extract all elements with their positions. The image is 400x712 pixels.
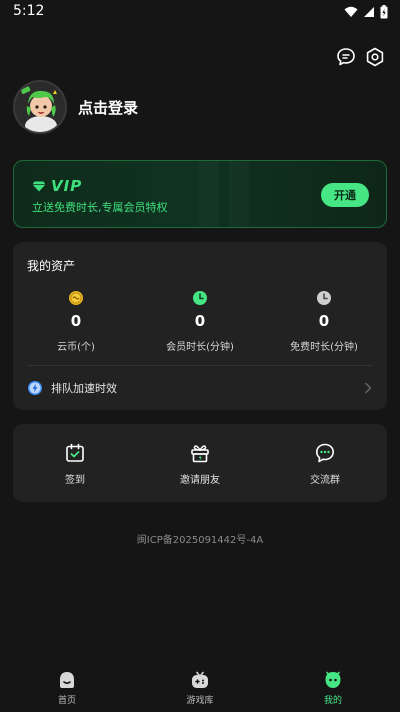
vip-card[interactable]: VIP 立送免费时长,专属会员特权 开通 <box>13 160 387 228</box>
status-icons <box>344 5 388 19</box>
avatar-image <box>15 82 65 132</box>
action-label: 交流群 <box>310 475 340 486</box>
asset-coins[interactable]: 0 云币(个) <box>21 290 131 353</box>
battery-icon <box>380 5 388 19</box>
profile-screen: 5:12 点击登录 VIP 立送免费时长,专属会员特权 开通 我的资产 0 云币… <box>0 0 400 712</box>
gamepad-icon <box>192 671 208 688</box>
home-icon <box>60 672 74 688</box>
nav-label: 游戏库 <box>186 696 214 706</box>
diamond-icon <box>32 181 46 191</box>
bottom-nav: 首页 游戏库 我的 <box>0 662 400 712</box>
vip-description: 立送免费时长,专属会员特权 <box>32 201 168 214</box>
avatar[interactable] <box>13 80 67 134</box>
calendar-check-icon <box>66 443 84 462</box>
divider <box>27 365 373 366</box>
asset-label: 云币(个) <box>57 342 95 353</box>
profile-icon <box>325 671 341 688</box>
nav-label: 首页 <box>57 696 76 706</box>
chat-bubble-icon <box>316 443 334 463</box>
asset-label: 会员时长(分钟) <box>166 342 234 353</box>
icp-license: 闽ICP备2025091442号-4A <box>136 535 264 546</box>
member-clock-icon <box>193 291 207 305</box>
vip-title: VIP <box>32 177 82 195</box>
asset-value: 0 <box>70 312 82 330</box>
chevron-right-icon <box>365 382 372 394</box>
asset-member-time[interactable]: 0 会员时长(分钟) <box>145 290 255 353</box>
gift-icon <box>191 445 209 463</box>
login-link[interactable]: 点击登录 <box>78 97 138 118</box>
checkin-button[interactable]: 签到 <box>25 442 125 486</box>
assets-card: 我的资产 0 云币(个) 0 会员时长(分钟) 0 免费时长(分钟) 排队加速时… <box>13 242 387 410</box>
coin-icon <box>69 291 83 305</box>
assets-title: 我的资产 <box>27 259 76 273</box>
asset-value: 0 <box>194 312 206 330</box>
invite-friends-button[interactable]: 邀请朋友 <box>150 442 250 486</box>
vip-label: VIP <box>51 177 83 195</box>
asset-label: 免费时长(分钟) <box>290 342 358 353</box>
free-clock-icon <box>317 291 331 305</box>
asset-free-time[interactable]: 0 免费时长(分钟) <box>269 290 379 353</box>
signal-icon <box>364 7 374 17</box>
action-label: 邀请朋友 <box>180 475 220 486</box>
settings-icon[interactable] <box>364 46 386 68</box>
asset-value: 0 <box>318 312 330 330</box>
lightning-icon <box>28 381 42 395</box>
status-time: 5:12 <box>13 3 45 19</box>
status-bar: 5:12 <box>0 0 400 24</box>
action-label: 签到 <box>65 475 85 486</box>
nav-label: 我的 <box>323 696 342 706</box>
nav-game-library[interactable]: 游戏库 <box>160 670 240 706</box>
message-icon[interactable] <box>335 46 357 68</box>
queue-boost-row[interactable]: 排队加速时效 <box>27 375 373 401</box>
community-group-button[interactable]: 交流群 <box>275 442 375 486</box>
actions-card: 签到 邀请朋友 交流群 <box>13 424 387 502</box>
vip-card-decoration <box>199 161 219 227</box>
wifi-icon <box>344 6 358 17</box>
vip-card-decoration <box>229 161 249 227</box>
queue-boost-label: 排队加速时效 <box>51 382 117 395</box>
vip-open-button[interactable]: 开通 <box>321 183 369 207</box>
nav-profile[interactable]: 我的 <box>293 670 373 706</box>
nav-home[interactable]: 首页 <box>27 670 107 706</box>
